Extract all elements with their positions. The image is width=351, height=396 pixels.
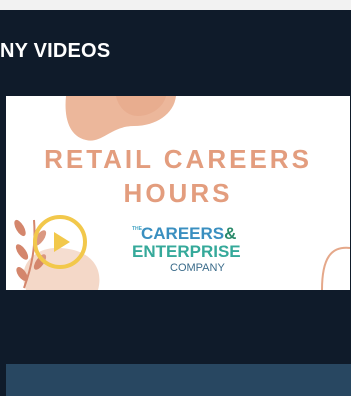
logo-line3: COMPANY <box>170 262 225 274</box>
video-thumbnail[interactable]: RETAIL CAREERS HOURS THE CAREERS& ENTERP… <box>6 96 350 290</box>
logo-ampersand: & <box>224 224 237 243</box>
section-title: NY VIDEOS <box>0 40 111 62</box>
careers-enterprise-logo: THE CAREERS& ENTERPRISE COMPANY <box>132 222 242 282</box>
logo-careers: CAREERS <box>141 224 225 243</box>
top-strip <box>0 0 351 10</box>
play-button[interactable] <box>33 215 87 269</box>
bottom-bar <box>6 364 351 396</box>
play-icon <box>54 232 70 252</box>
video-headline-line2: HOURS <box>123 178 233 208</box>
decor-arc-right <box>321 246 350 290</box>
logo-line1: CAREERS& <box>141 224 236 244</box>
logo-the-text: THE <box>132 226 142 232</box>
video-headline-line1: RETAIL CAREERS <box>44 144 312 174</box>
logo-line2: ENTERPRISE <box>132 242 241 261</box>
